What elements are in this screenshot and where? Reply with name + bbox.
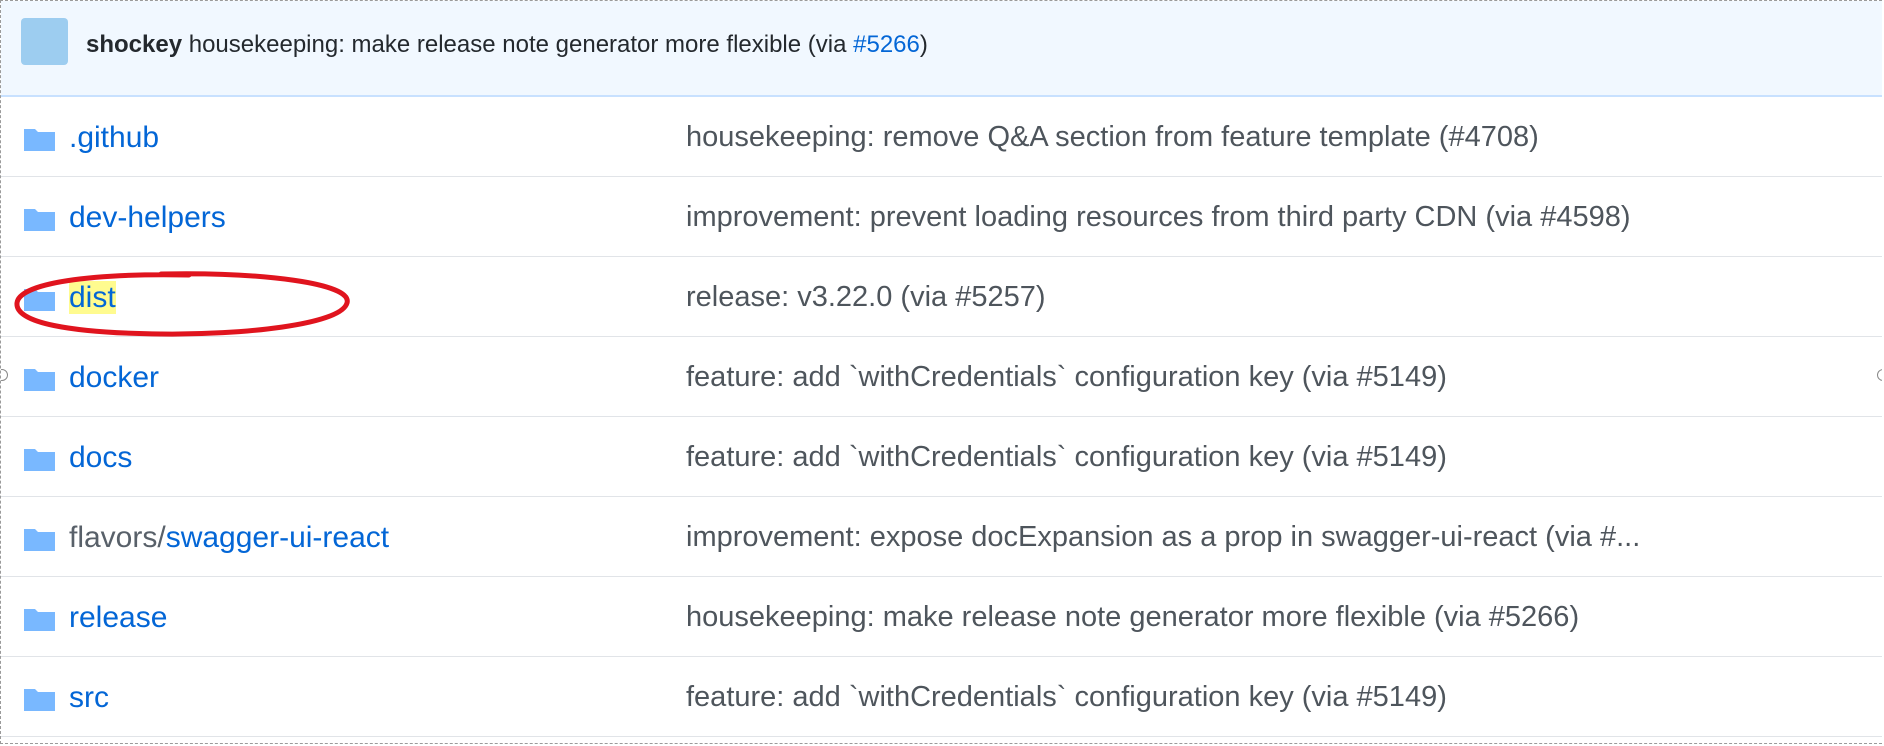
file-name-text[interactable]: src bbox=[69, 681, 109, 714]
file-name-link[interactable]: release bbox=[69, 601, 167, 635]
latest-commit-bar: shockey housekeeping: make release note … bbox=[1, 1, 1882, 97]
commit-message-link[interactable]: feature: add `withCredentials` configura… bbox=[686, 681, 1447, 714]
file-list: .github housekeeping: remove Q&A section… bbox=[1, 97, 1882, 737]
commit-message[interactable]: housekeeping: make release note generato… bbox=[189, 31, 853, 58]
file-row: release housekeeping: make release note … bbox=[1, 577, 1882, 657]
commit-message-link[interactable]: release: v3.22.0 (via #5257) bbox=[686, 281, 1046, 314]
file-row: docker feature: add `withCredentials` co… bbox=[1, 337, 1882, 417]
folder-icon bbox=[24, 369, 55, 391]
file-name-link[interactable]: dev-helpers bbox=[69, 201, 226, 235]
file-name-text[interactable]: docker bbox=[69, 361, 159, 394]
folder-icon bbox=[24, 449, 55, 471]
file-name-text-highlighted[interactable]: dist bbox=[69, 281, 116, 314]
folder-icon bbox=[24, 289, 55, 311]
commit-message-link[interactable]: housekeeping: make release note generato… bbox=[686, 601, 1579, 634]
commit-message-link[interactable]: feature: add `withCredentials` configura… bbox=[686, 441, 1447, 474]
folder-icon bbox=[24, 209, 55, 231]
folder-icon bbox=[24, 129, 55, 151]
avatar[interactable] bbox=[21, 18, 68, 65]
file-browser: shockey housekeeping: make release note … bbox=[0, 0, 1882, 744]
file-row: dev-helpers improvement: prevent loading… bbox=[1, 177, 1882, 257]
file-name-prefix[interactable]: flavors/ bbox=[69, 521, 166, 554]
file-row: src feature: add `withCredentials` confi… bbox=[1, 657, 1882, 737]
commit-message-link[interactable]: feature: add `withCredentials` configura… bbox=[686, 361, 1447, 394]
commit-message-link[interactable]: improvement: prevent loading resources f… bbox=[686, 201, 1631, 234]
file-row: .github housekeeping: remove Q&A section… bbox=[1, 97, 1882, 177]
commit-message-close: ) bbox=[919, 31, 928, 58]
file-name-link[interactable]: docs bbox=[69, 441, 132, 475]
file-name-link[interactable]: flavors/swagger-ui-react bbox=[69, 521, 389, 555]
file-name-text[interactable]: .github bbox=[69, 121, 159, 154]
commit-pr-link[interactable]: #5266 bbox=[853, 31, 920, 58]
file-row: dist release: v3.22.0 (via #5257) bbox=[1, 257, 1882, 337]
file-name-text[interactable]: dev-helpers bbox=[69, 201, 226, 234]
commit-message-link[interactable]: housekeeping: remove Q&A section from fe… bbox=[686, 121, 1539, 154]
commit-author-link[interactable]: shockey bbox=[86, 31, 182, 58]
file-name-link[interactable]: .github bbox=[69, 121, 159, 155]
file-name-text[interactable]: release bbox=[69, 601, 167, 634]
file-name-link[interactable]: src bbox=[69, 681, 109, 715]
file-name-link[interactable]: dist bbox=[69, 281, 116, 315]
folder-icon bbox=[24, 689, 55, 711]
file-row: docs feature: add `withCredentials` conf… bbox=[1, 417, 1882, 497]
commit-message-link[interactable]: improvement: expose docExpansion as a pr… bbox=[686, 521, 1640, 554]
file-name-link[interactable]: docker bbox=[69, 361, 159, 395]
file-name-text[interactable]: swagger-ui-react bbox=[166, 521, 389, 554]
folder-icon bbox=[24, 529, 55, 551]
file-name-text[interactable]: docs bbox=[69, 441, 132, 474]
folder-icon bbox=[24, 609, 55, 631]
latest-commit-text: shockey housekeeping: make release note … bbox=[86, 31, 928, 59]
resize-handle-right bbox=[1877, 369, 1882, 381]
file-row: flavors/swagger-ui-react improvement: ex… bbox=[1, 497, 1882, 577]
